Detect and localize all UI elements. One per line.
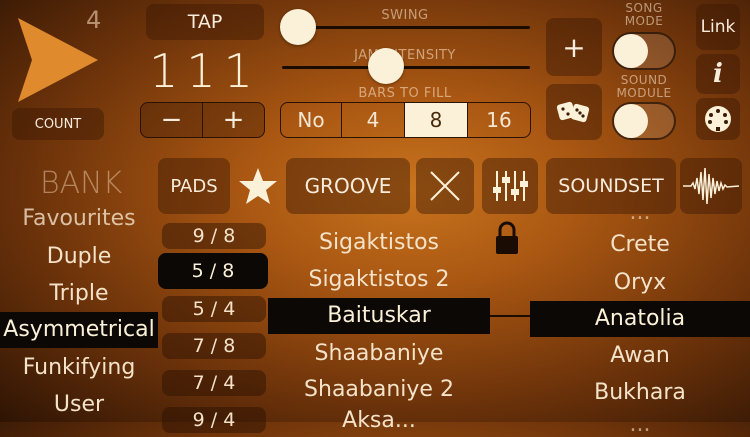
soundset-item-selected[interactable]: Anatolia [530, 301, 750, 337]
connector-line [490, 315, 530, 317]
groove-item[interactable]: Sigaktistos 2 [268, 267, 490, 292]
close-icon [430, 171, 460, 201]
swing-track[interactable] [282, 26, 530, 29]
soundset-item[interactable]: Crete [530, 232, 750, 257]
count-button[interactable]: COUNT [12, 108, 104, 140]
jam-intensity-label: JAM INTENSITY [354, 48, 456, 63]
lock-icon[interactable] [492, 220, 522, 256]
count-display: 4 [86, 6, 102, 34]
info-button[interactable]: i [696, 54, 740, 94]
time-signature-item[interactable]: 7 / 4 [162, 370, 266, 396]
bars-option-no[interactable]: No [280, 102, 342, 138]
bank-item[interactable]: User [0, 392, 158, 417]
groove-button[interactable]: GROOVE [286, 158, 410, 214]
bank-item-selected[interactable]: Asymmetrical [0, 312, 158, 348]
bank-item[interactable]: Favourites [0, 206, 158, 231]
tap-button[interactable]: TAP [146, 4, 264, 40]
tempo-display: 111 [149, 44, 261, 98]
song-mode-toggle[interactable] [612, 32, 676, 70]
soundset-item[interactable]: ... [530, 412, 750, 437]
link-button[interactable]: Link [696, 4, 740, 50]
jam-intensity-track[interactable] [282, 66, 530, 69]
time-signature-item[interactable]: 9 / 4 [162, 407, 266, 433]
bank-item[interactable]: Triple [0, 281, 158, 306]
sound-module-label: SOUND MODULE [616, 73, 672, 100]
soundset-item[interactable]: Bukhara [530, 380, 750, 405]
pads-button[interactable]: PADS [158, 158, 230, 214]
tempo-minus-button[interactable]: − [140, 102, 203, 138]
tempo-plus-button[interactable]: + [202, 102, 265, 138]
soundset-item[interactable]: ... [530, 200, 750, 225]
bars-option-4[interactable]: 4 [341, 102, 405, 138]
bank-item[interactable]: Duple [0, 244, 158, 269]
midi-icon [705, 106, 731, 132]
soundset-item[interactable]: Awan [530, 343, 750, 368]
mixer-icon [493, 171, 528, 201]
jam-intensity-knob[interactable] [368, 48, 404, 84]
dice-icon [556, 101, 590, 123]
bars-option-8[interactable]: 8 [404, 102, 468, 138]
bank-label: BANK [40, 166, 123, 201]
sound-module-toggle[interactable] [612, 102, 676, 140]
swing-label: SWING [381, 8, 429, 23]
groove-item[interactable]: Sigaktistos [268, 230, 490, 255]
favourite-star-icon[interactable] [238, 166, 278, 206]
groove-item[interactable]: Aksa... [268, 408, 490, 433]
time-signature-item[interactable]: 7 / 8 [162, 333, 266, 359]
song-mode-label: SONG MODE [624, 1, 664, 28]
clear-button[interactable] [416, 158, 474, 214]
bars-to-fill-label: BARS TO FILL [358, 86, 452, 101]
dice-button[interactable] [546, 84, 602, 140]
time-signature-item[interactable]: 9 / 8 [162, 223, 266, 249]
time-signature-item-selected[interactable]: 5 / 8 [158, 253, 268, 289]
groove-item[interactable]: Shaabaniye [268, 341, 490, 366]
groove-item[interactable]: Shaabaniye 2 [268, 377, 490, 402]
time-signature-item[interactable]: 5 / 4 [162, 296, 266, 322]
bars-option-16[interactable]: 16 [467, 102, 531, 138]
swing-knob[interactable] [280, 9, 316, 45]
midi-button[interactable] [696, 98, 740, 140]
groove-item-selected[interactable]: Baituskar [268, 298, 490, 334]
bank-item[interactable]: Funkifying [0, 355, 158, 380]
add-button[interactable]: + [546, 18, 602, 76]
soundset-item[interactable]: Oryx [530, 270, 750, 295]
